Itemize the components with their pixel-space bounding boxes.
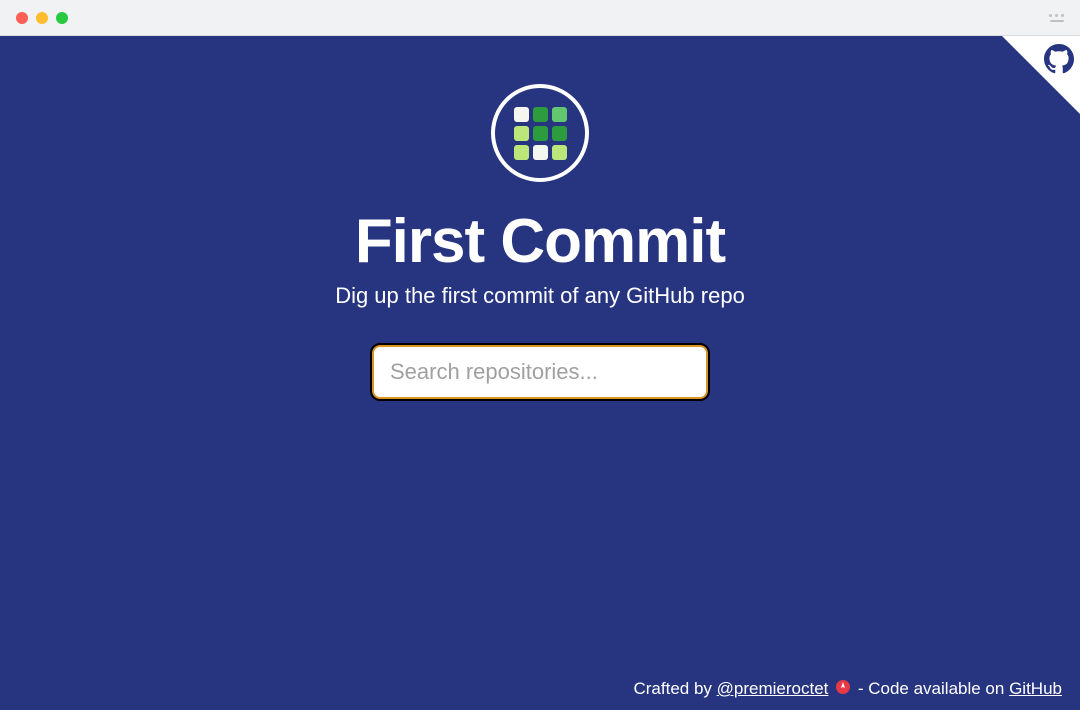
page-title: First Commit [355,206,725,277]
page-subtitle: Dig up the first commit of any GitHub re… [335,283,745,309]
chrome-menu-icon[interactable] [1049,14,1064,22]
footer-separator: - Code available on [858,679,1009,698]
commit-grid-icon [514,107,567,160]
rocket-icon [835,679,851,700]
traffic-lights [16,12,68,24]
author-link[interactable]: @premieroctet [717,679,829,698]
github-octocat-icon[interactable] [1044,44,1074,79]
maximize-window-button[interactable] [56,12,68,24]
minimize-window-button[interactable] [36,12,48,24]
footer: Crafted by @premieroctet - Code availabl… [633,679,1062,700]
close-window-button[interactable] [16,12,28,24]
footer-crafted-prefix: Crafted by [633,679,716,698]
app-main: First Commit Dig up the first commit of … [0,36,1080,710]
search-input[interactable] [372,345,708,399]
window-chrome [0,0,1080,36]
app-logo [491,84,589,182]
github-code-link[interactable]: GitHub [1009,679,1062,698]
